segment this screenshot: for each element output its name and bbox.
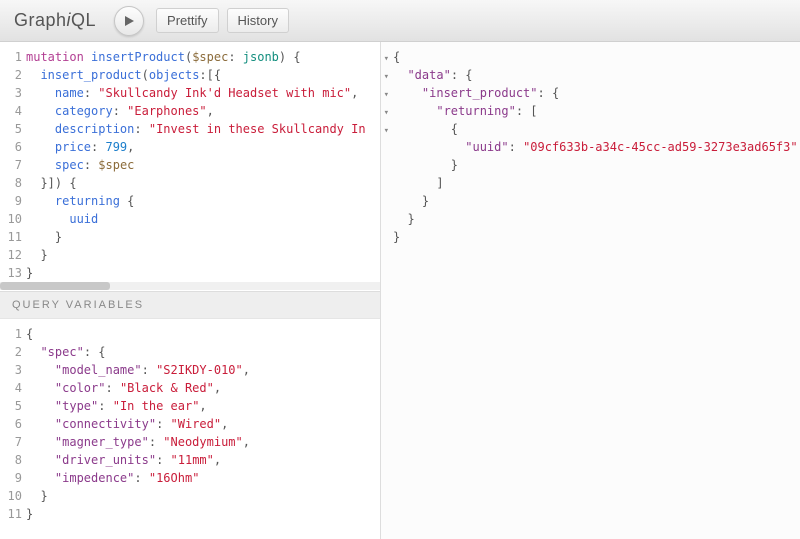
prettify-button[interactable]: Prettify bbox=[156, 8, 218, 33]
graphiql-logo: GraphiQL bbox=[8, 10, 102, 31]
query-gutter: 1▾2▾345678▾9▾10111213 bbox=[0, 48, 26, 282]
result-code: { "data": { "insert_product": { "returni… bbox=[393, 48, 800, 246]
query-code[interactable]: mutation insertProduct($spec: jsonb) { i… bbox=[26, 48, 380, 282]
toolbar-buttons: Prettify History bbox=[156, 8, 289, 33]
main-content: 1▾2▾345678▾9▾10111213 mutation insertPro… bbox=[0, 42, 800, 539]
result-gutter: ▾▾▾▾▾ bbox=[381, 48, 393, 246]
toolbar: GraphiQL Prettify History bbox=[0, 0, 800, 42]
variables-gutter: 1▾2▾34567891011 bbox=[0, 325, 26, 523]
execute-button[interactable] bbox=[114, 6, 144, 36]
query-variables-header[interactable]: Query Variables bbox=[0, 291, 380, 319]
variables-code[interactable]: { "spec": { "model_name": "S2IKDY-010", … bbox=[26, 325, 380, 523]
query-editor[interactable]: 1▾2▾345678▾9▾10111213 mutation insertPro… bbox=[0, 42, 380, 291]
left-pane: 1▾2▾345678▾9▾10111213 mutation insertPro… bbox=[0, 42, 381, 539]
query-hscroll[interactable] bbox=[0, 282, 380, 290]
history-button[interactable]: History bbox=[227, 8, 289, 33]
scrollbar-thumb[interactable] bbox=[0, 282, 110, 290]
result-pane: ▾▾▾▾▾ { "data": { "insert_product": { "r… bbox=[381, 42, 800, 539]
play-icon bbox=[123, 15, 135, 27]
variables-editor[interactable]: 1▾2▾34567891011 { "spec": { "model_name"… bbox=[0, 319, 380, 539]
